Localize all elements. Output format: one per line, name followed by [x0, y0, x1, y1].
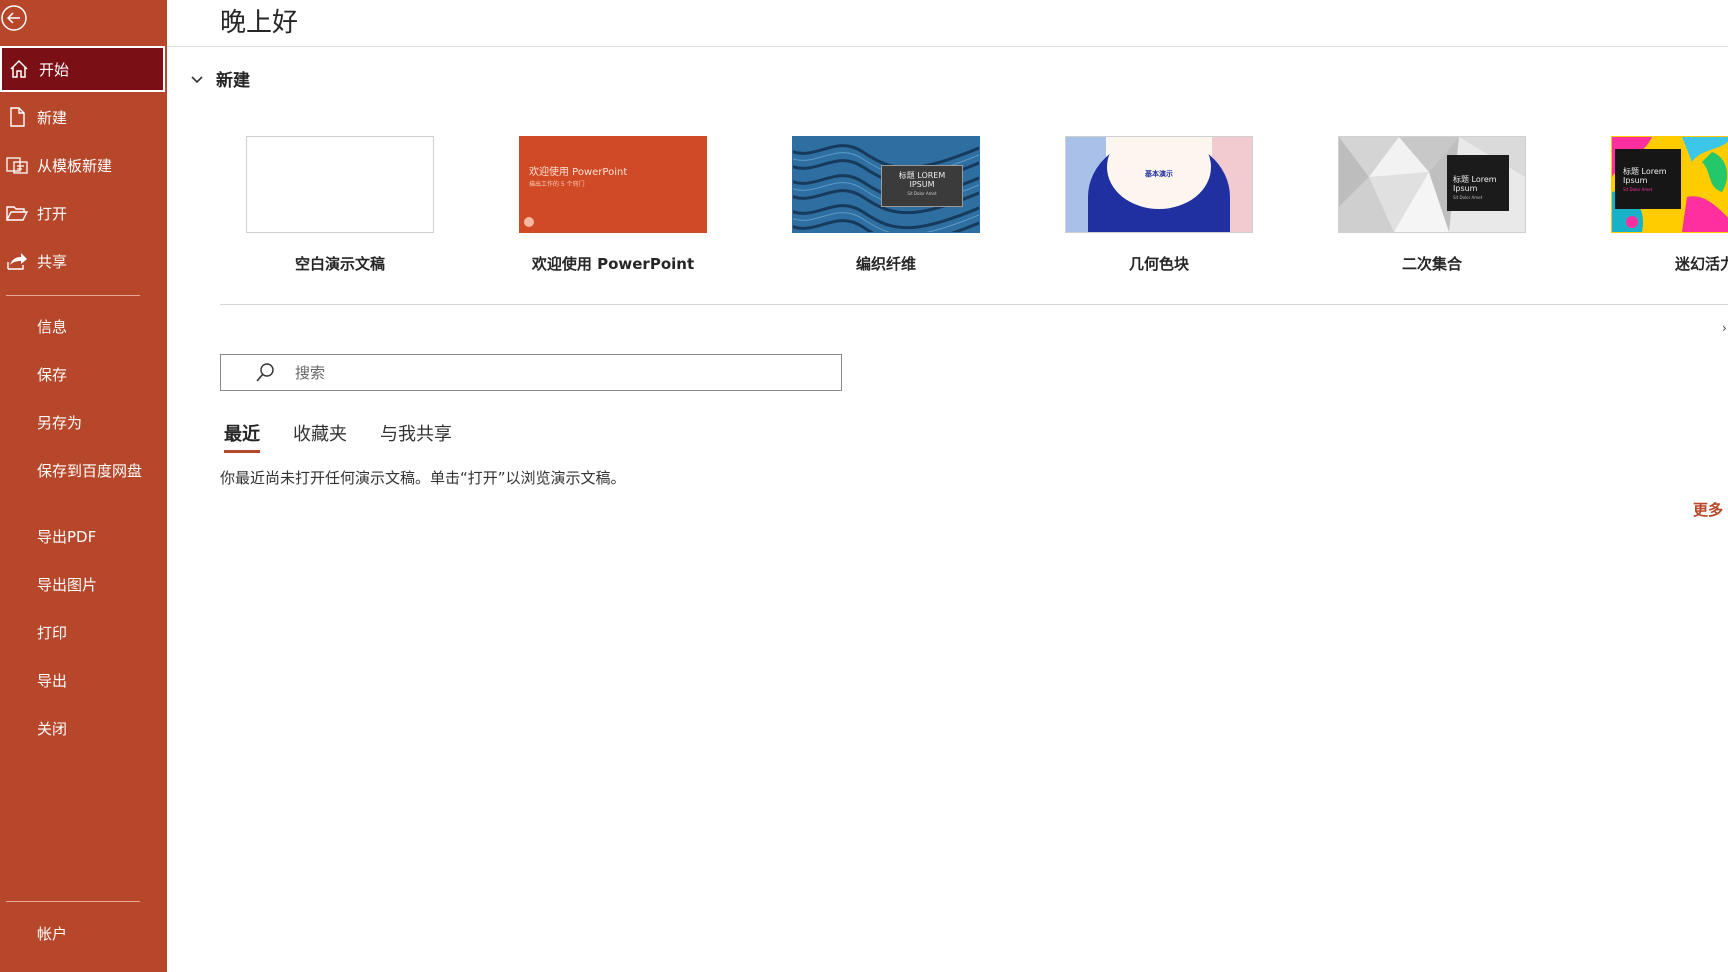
backstage-sidebar: 开始 新建 从模板新建 打开 共享 信息 保存 另存为 保存到百度网盘 导出PD…: [0, 0, 167, 972]
template-blank[interactable]: 空白演示文稿: [246, 136, 434, 274]
chevron-down-icon: [191, 75, 203, 83]
sidebar-divider-bottom: [6, 901, 140, 902]
thumb-subtitle: Sit Dolor Amet: [1623, 187, 1653, 192]
tab-recent[interactable]: 最近: [224, 420, 260, 453]
template-psychedelic[interactable]: 标题 Lorem Ipsum Sit Dolor Amet 迷幻活力: [1611, 136, 1728, 274]
nav-info[interactable]: 信息: [37, 318, 157, 337]
tab-shared-with-me[interactable]: 与我共享: [380, 420, 452, 453]
template-name: 编织纤维: [855, 255, 916, 273]
nav-share[interactable]: 共享: [0, 238, 164, 284]
new-section-toggle[interactable]: 新建: [188, 66, 250, 91]
back-button[interactable]: [0, 2, 30, 32]
empty-recent-message: 你最近尚未打开任何演示文稿。单击“打开”以浏览演示文稿。: [220, 469, 626, 487]
thumb-subtitle: 描出工作的 5 个窍门: [529, 181, 585, 188]
thumb-subtitle: Sit Dolor Amet: [907, 191, 937, 196]
template-thumbnail: 标题 LOREM IPSUM Sit Dolor Amet: [792, 136, 980, 233]
tab-favorites[interactable]: 收藏夹: [293, 420, 347, 453]
nav-new-label: 新建: [37, 108, 68, 127]
new-section-label: 新建: [216, 71, 250, 91]
more-templates-arrow-icon[interactable]: ›: [1722, 321, 1727, 335]
thumb-title: 标题 Lorem Ipsum: [1453, 175, 1497, 193]
nav-export[interactable]: 导出: [37, 672, 157, 691]
home-icon: [4, 57, 34, 81]
thumb-title: 标题 LOREM IPSUM: [898, 171, 946, 189]
nav-from-template[interactable]: 从模板新建: [0, 142, 164, 188]
nav-from-template-label: 从模板新建: [37, 156, 113, 175]
search-input[interactable]: [293, 362, 817, 383]
nav-home[interactable]: 开始: [0, 46, 165, 92]
thumb-subtitle: Sit Dolor Amet: [1453, 195, 1483, 200]
search-icon: [256, 362, 274, 382]
template-name: 空白演示文稿: [294, 255, 385, 273]
nav-account[interactable]: 帐户: [37, 925, 157, 944]
template-thumbnail: 标题 Lorem Ipsum Sit Dolor Amet: [1611, 136, 1728, 233]
nav-open-label: 打开: [37, 204, 68, 223]
greeting-title: 晚上好: [220, 8, 299, 38]
nav-save[interactable]: 保存: [37, 366, 157, 385]
nav-print[interactable]: 打印: [37, 624, 157, 643]
template-welcome[interactable]: 欢迎使用 PowerPoint 描出工作的 5 个窍门 欢迎使用 PowerPo…: [519, 136, 707, 274]
back-arrow-icon: [1, 5, 27, 31]
template-thumbnail: 基本演示: [1065, 136, 1253, 233]
nav-new[interactable]: 新建: [0, 94, 164, 140]
nav-save-to-baidu[interactable]: 保存到百度网盘: [37, 462, 157, 481]
thumb-title: 基本演示: [1145, 170, 1173, 178]
template-thumbnail: [246, 136, 434, 233]
thumb-title-box: 标题 LOREM IPSUM Sit Dolor Amet: [881, 165, 963, 207]
more-link[interactable]: 更多: [1693, 499, 1723, 520]
template-name: 欢迎使用 PowerPoint: [531, 255, 695, 273]
thumb-title-box: 标题 Lorem Ipsum Sit Dolor Amet: [1615, 149, 1681, 209]
file-tabs: 最近 收藏夹 与我共享: [224, 420, 485, 453]
template-thumbnail: 标题 Lorem Ipsum Sit Dolor Amet: [1338, 136, 1526, 233]
search-box[interactable]: [220, 354, 842, 391]
template-thumbnail: 欢迎使用 PowerPoint 描出工作的 5 个窍门: [519, 136, 707, 233]
nav-export-pdf[interactable]: 导出PDF: [37, 528, 157, 547]
thumb-title: 欢迎使用 PowerPoint: [529, 167, 628, 178]
nav-save-as[interactable]: 另存为: [37, 414, 157, 433]
template-icon: [2, 153, 32, 177]
powerpoint-logo-icon: [524, 217, 534, 227]
nav-export-image[interactable]: 导出图片: [37, 576, 157, 595]
share-icon: [2, 249, 32, 273]
thumb-title: 标题 Lorem Ipsum: [1623, 167, 1667, 185]
template-geometric[interactable]: 基本演示 几何色块: [1065, 136, 1253, 274]
nav-share-label: 共享: [37, 252, 68, 271]
template-woven-fiber[interactable]: 标题 LOREM IPSUM Sit Dolor Amet 编织纤维: [792, 136, 980, 274]
header-divider: [167, 46, 1728, 47]
sidebar-divider: [6, 295, 140, 296]
template-second-set[interactable]: 标题 Lorem Ipsum Sit Dolor Amet 二次集合: [1338, 136, 1526, 274]
nav-home-label: 开始: [39, 60, 70, 79]
new-document-icon: [2, 105, 32, 129]
nav-open[interactable]: 打开: [0, 190, 164, 236]
geometric-shapes: [1066, 137, 1252, 232]
template-name: 二次集合: [1401, 255, 1462, 273]
thumb-title-box: 标题 Lorem Ipsum Sit Dolor Amet: [1447, 155, 1509, 211]
template-name: 几何色块: [1128, 255, 1189, 273]
template-name: 迷幻活力: [1674, 255, 1728, 273]
templates-divider: [220, 304, 1728, 305]
folder-open-icon: [2, 201, 32, 225]
nav-close[interactable]: 关闭: [37, 720, 157, 739]
